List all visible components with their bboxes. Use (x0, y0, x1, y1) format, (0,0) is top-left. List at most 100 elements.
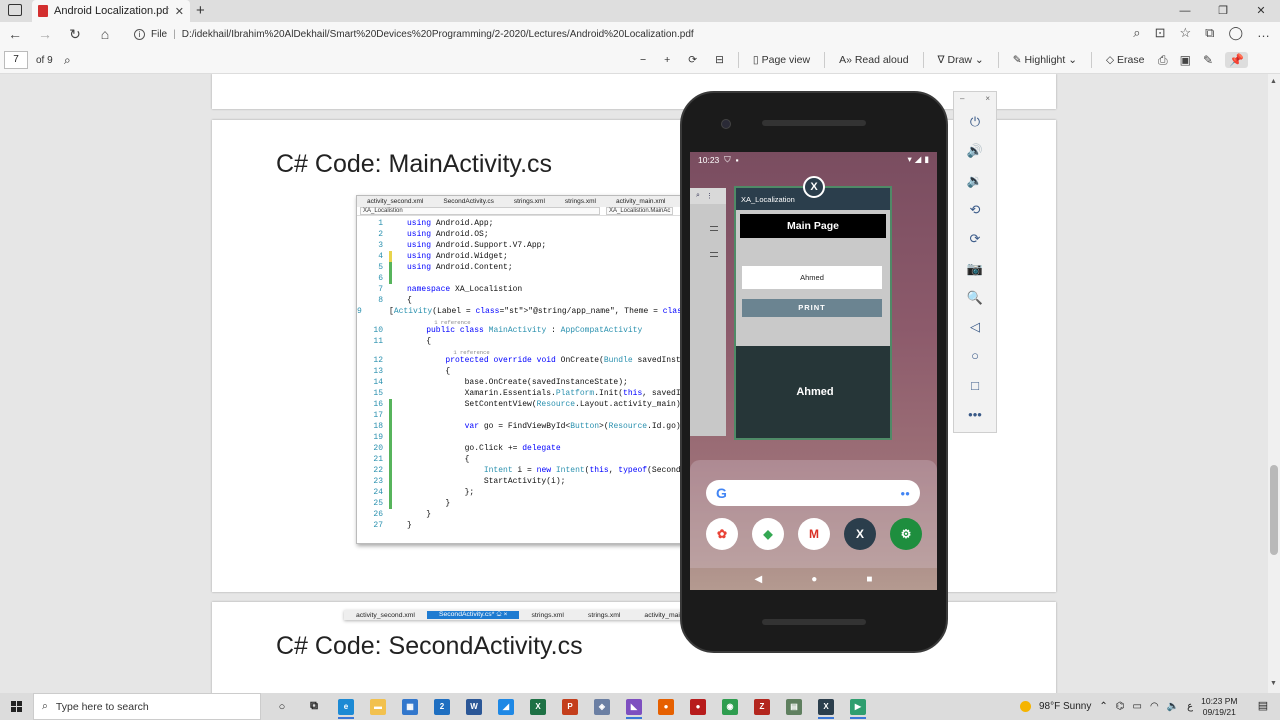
home-icon[interactable]: ⌂ (90, 26, 120, 42)
save-as-icon[interactable]: ✎ (1203, 53, 1213, 67)
box-taskbar-icon[interactable]: ◈ (586, 693, 618, 720)
read-mode-icon[interactable]: ⊡ (1155, 25, 1166, 41)
zoom-in-icon[interactable]: + (660, 54, 674, 66)
xamarin-app-icon[interactable]: X (844, 518, 876, 550)
scroll-up-icon[interactable]: ▲ (1270, 78, 1277, 85)
vscode-like-taskbar-icon[interactable]: ◢ (490, 693, 522, 720)
xamarin-app-icon[interactable]: X (803, 176, 825, 198)
task-view-taskbar-icon[interactable]: ⧉ (298, 693, 330, 720)
scrollbar[interactable] (1268, 74, 1280, 693)
minimize-button[interactable]: — (1166, 0, 1204, 22)
word-taskbar-icon[interactable]: W (458, 693, 490, 720)
name-input[interactable]: Ahmed (742, 266, 882, 289)
search-icon[interactable]: ⌕ (64, 53, 71, 68)
home-icon[interactable]: ○ (954, 348, 996, 363)
clock[interactable]: 10:23 PM 09/19/21 (1201, 696, 1237, 718)
notification-icon[interactable]: ▤ (1254, 697, 1272, 715)
firefox-taskbar-icon[interactable]: ● (650, 693, 682, 720)
file-explorer-taskbar-icon[interactable]: ▬ (362, 693, 394, 720)
xamarin-taskbar-icon[interactable]: X (810, 693, 842, 720)
page-view-button[interactable]: ▯ Page view (749, 54, 814, 66)
more-icon[interactable]: ••• (954, 407, 996, 422)
taskbar-search[interactable]: ⌕ Type here to search (33, 693, 261, 720)
settings-app-icon[interactable]: ⚙ (890, 518, 922, 550)
more-icon[interactable]: … (1257, 25, 1270, 41)
recent-app-card-left[interactable]: ⌕ ⋮ (690, 188, 726, 436)
address-field[interactable]: i File | D:/idekhail/Ibrahim%20AlDekhail… (134, 25, 1124, 43)
erase-button[interactable]: ◇ Erase (1102, 54, 1148, 66)
overview-icon[interactable]: □ (954, 378, 996, 393)
collections-icon[interactable]: ⧉ (1205, 25, 1214, 41)
language-indicator[interactable]: ع (1187, 701, 1193, 712)
refresh-icon[interactable]: ↻ (60, 26, 90, 43)
zoom-icon[interactable]: ⌕ (1133, 25, 1140, 41)
photos-app-icon[interactable]: ✿ (706, 518, 738, 550)
maps-app-icon[interactable]: ◆ (752, 518, 784, 550)
scroll-down-icon[interactable]: ▼ (1270, 680, 1277, 687)
phone-status-bar: 10:23 ⛉ ▪ ▾ ◢ ▮ (690, 152, 937, 167)
back-icon[interactable]: ← (0, 26, 30, 42)
record-taskbar-icon[interactable]: ● (682, 693, 714, 720)
chevron-up-icon[interactable]: ⌃ (1099, 701, 1107, 712)
powerpoint-taskbar-icon[interactable]: P (554, 693, 586, 720)
zoom-out-icon[interactable]: − (636, 54, 650, 66)
new-tab-button[interactable]: + (196, 2, 205, 19)
assistant-icon[interactable]: ●● (900, 489, 910, 498)
volume-icon[interactable]: 🔈 (1167, 701, 1179, 712)
volume-down-icon[interactable]: 🔉 (954, 173, 996, 189)
rotate-icon[interactable]: ⟳ (684, 54, 701, 66)
close-icon[interactable]: × (985, 94, 990, 106)
highlight-button[interactable]: ✎ Highlight ⌄ (1009, 54, 1081, 66)
cortana-taskbar-icon[interactable]: ○ (266, 693, 298, 720)
minimize-icon[interactable]: – (960, 94, 964, 106)
app-green-taskbar-icon[interactable]: ▤ (778, 693, 810, 720)
volume-up-icon[interactable]: 🔊 (954, 143, 996, 159)
zoom-icon[interactable]: 🔍 (954, 290, 996, 306)
recent-app-card[interactable]: XA_Localization Main Page Ahmed PRINT Ah… (734, 186, 892, 440)
profile-icon[interactable]: ◯ (1228, 25, 1243, 41)
edge-taskbar-icon[interactable]: e (330, 693, 362, 720)
google-search-bar[interactable]: G ●● (706, 480, 920, 506)
rotate-right-icon[interactable]: ⟳ (954, 231, 996, 247)
excel-taskbar-icon[interactable]: X (522, 693, 554, 720)
favorites-icon[interactable]: ☆ (1179, 25, 1191, 41)
chrome-taskbar-icon[interactable]: ◉ (714, 693, 746, 720)
print-icon[interactable]: ⎙ (1158, 53, 1168, 68)
monitor-icon[interactable]: ▭ (1133, 701, 1142, 712)
pin-toolbar-icon[interactable]: 📌 (1225, 52, 1248, 68)
phone-screen[interactable]: 10:23 ⛉ ▪ ▾ ◢ ▮ ⌕ ⋮ XA_Localization Main … (690, 152, 937, 590)
browser-tab[interactable]: Android Localization.pdf ✕ (32, 0, 190, 22)
android-emulator-taskbar-icon[interactable]: ▶ (842, 693, 874, 720)
store-taskbar-icon[interactable]: ▦ (394, 693, 426, 720)
back-icon[interactable]: ◁ (954, 319, 996, 335)
weather-text[interactable]: 98°F Sunny (1039, 701, 1091, 712)
rotate-left-icon[interactable]: ⟲ (954, 202, 996, 218)
home-nav-icon[interactable]: ● (811, 574, 817, 585)
power-icon[interactable]: ⏻ (954, 114, 996, 130)
mail-taskbar-icon[interactable]: 2 (426, 693, 458, 720)
overview-nav-icon[interactable]: ■ (866, 574, 872, 585)
visual-studio-taskbar-icon[interactable]: ◣ (618, 693, 650, 720)
emulator-controls-panel: – × ⏻ 🔊 🔉 ⟲ ⟳ 📷 🔍 ◁ ○ □ ••• (953, 91, 997, 433)
filezilla-taskbar-icon[interactable]: Z (746, 693, 778, 720)
restore-button[interactable]: ❐ (1204, 0, 1242, 22)
info-icon[interactable]: i (134, 28, 145, 40)
wifi-icon[interactable]: ◠ (1150, 701, 1159, 712)
read-aloud-button[interactable]: A» Read aloud (835, 54, 912, 66)
network-icon[interactable]: ⌬ (1116, 701, 1125, 712)
gmail-app-icon[interactable]: M (798, 518, 830, 550)
close-window-button[interactable]: ✕ (1242, 0, 1280, 22)
print-button[interactable]: PRINT (742, 299, 882, 317)
back-nav-icon[interactable]: ◀ (755, 574, 763, 585)
save-icon[interactable]: ▣ (1180, 53, 1191, 67)
scrollbar-thumb[interactable] (1270, 465, 1278, 555)
camera-icon[interactable]: 📷 (954, 261, 996, 277)
window-menu-icon[interactable] (8, 4, 22, 16)
page-number-input[interactable]: 7 (4, 51, 28, 69)
forward-icon[interactable]: → (30, 26, 60, 42)
fit-page-icon[interactable]: ⊟ (711, 54, 728, 66)
weather-sun-icon[interactable] (1020, 701, 1031, 712)
draw-button[interactable]: ∇ Draw ⌄ (934, 54, 988, 66)
tab-close-icon[interactable]: ✕ (175, 5, 184, 18)
start-button[interactable] (0, 693, 32, 720)
